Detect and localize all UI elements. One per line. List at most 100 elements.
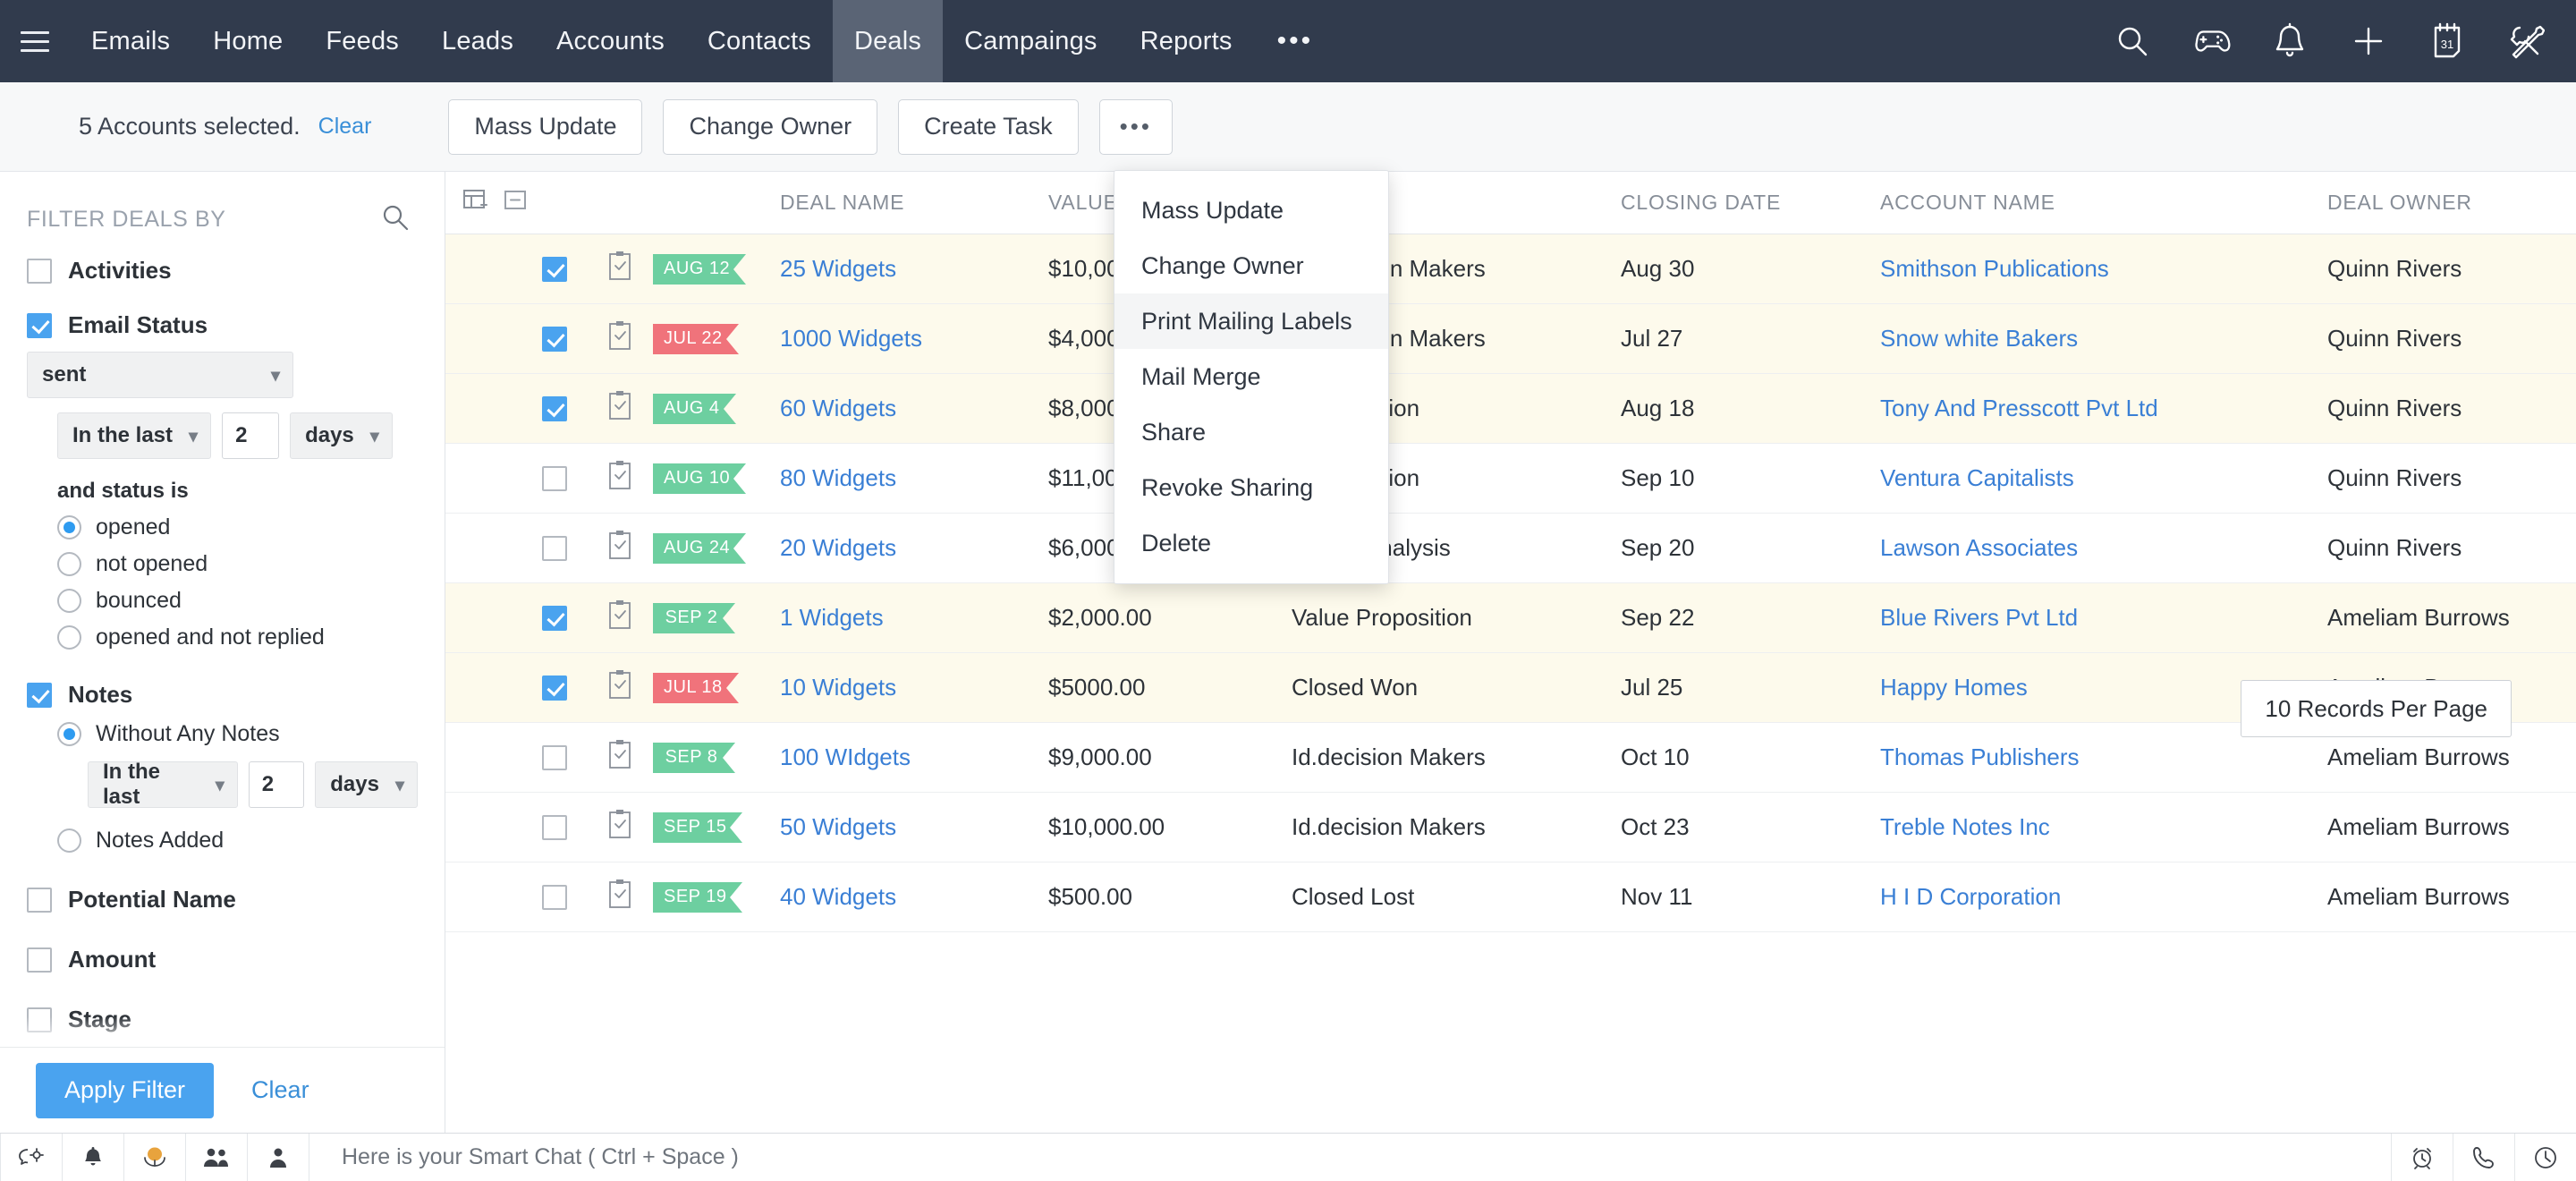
task-clipboard-icon[interactable] [606, 529, 633, 567]
filter-stage[interactable]: Stage [27, 1006, 418, 1033]
account-name-link[interactable]: H I D Corporation [1880, 883, 2061, 911]
account-name-link[interactable]: Snow white Bakers [1880, 325, 2078, 353]
deal-name-link[interactable]: 60 Widgets [780, 395, 896, 422]
bounced-radio[interactable] [57, 589, 81, 613]
stage-checkbox[interactable] [27, 1007, 52, 1032]
row-checkbox[interactable] [542, 814, 567, 840]
email-status-period-select[interactable]: In the last ▾ [57, 412, 212, 459]
radio-bounced[interactable]: bounced [57, 588, 418, 614]
tools-icon[interactable] [2506, 21, 2546, 61]
filter-search-icon[interactable] [380, 202, 411, 237]
nav-item-feeds[interactable]: Feeds [304, 0, 420, 82]
task-clipboard-icon[interactable] [606, 668, 633, 707]
chat-settings-icon[interactable] [1, 1134, 62, 1181]
filter-activities[interactable]: Activities [27, 257, 418, 285]
plus-icon[interactable] [2349, 21, 2388, 61]
menu-item-mail-merge[interactable]: Mail Merge [1114, 349, 1388, 404]
apply-filter-button[interactable]: Apply Filter [36, 1062, 215, 1118]
opened-and-not-replied-radio[interactable] [57, 625, 81, 650]
deal-name-link[interactable]: 10 Widgets [780, 674, 896, 701]
without-any-notes-radio[interactable] [57, 722, 81, 746]
row-checkbox[interactable] [542, 326, 567, 352]
radio-notes-added[interactable]: Notes Added [57, 828, 418, 854]
nav-item-home[interactable]: Home [191, 0, 304, 82]
task-clipboard-icon[interactable] [606, 738, 633, 777]
amount-checkbox[interactable] [27, 947, 52, 973]
nav-item-contacts[interactable]: Contacts [686, 0, 833, 82]
account-name-link[interactable]: Thomas Publishers [1880, 743, 2080, 771]
menu-item-print-mailing-labels[interactable]: Print Mailing Labels [1114, 293, 1388, 349]
table-row[interactable]: AUG 1225 Widgets$10,000.00Id.decision Ma… [445, 234, 2576, 304]
row-checkbox[interactable] [542, 884, 567, 910]
hamburger-menu-icon[interactable] [0, 0, 70, 82]
nav-item-emails[interactable]: Emails [70, 0, 191, 82]
filter-email-status[interactable]: Email Status [27, 311, 418, 339]
group-icon[interactable] [186, 1134, 247, 1181]
account-name-link[interactable]: Treble Notes Inc [1880, 813, 2050, 841]
table-row[interactable]: AUG 460 Widgets$8,000.00QualificationAug… [445, 374, 2576, 444]
bell-icon[interactable] [2270, 21, 2309, 61]
table-row[interactable]: AUG 2420 Widgets$6,000.00Needs AnalysisS… [445, 514, 2576, 583]
clear-filter-link[interactable]: Clear [251, 1076, 309, 1104]
table-row[interactable]: AUG 1080 Widgets$11,000.00QualificationS… [445, 444, 2576, 514]
create-task-button[interactable]: Create Task [898, 98, 1079, 155]
nav-item-deals[interactable]: Deals [832, 0, 944, 82]
task-clipboard-icon[interactable] [606, 319, 633, 358]
table-row[interactable]: SEP 15 50 Widgets $10,000.00 Id.decision Ma… [445, 793, 2576, 862]
account-name-link[interactable]: Lawson Associates [1880, 534, 2078, 562]
column-header-account-name[interactable]: ACCOUNT NAME [1880, 191, 2327, 215]
records-per-page-selector[interactable]: 10 Records Per Page [2241, 680, 2512, 737]
nav-overflow-button[interactable]: ••• [1254, 0, 1337, 82]
table-row[interactable]: SEP 2 1 Widgets $2,000.00 Value Proposition… [445, 583, 2576, 653]
radio-not-opened[interactable]: not opened [57, 551, 418, 577]
row-checkbox[interactable] [542, 744, 567, 770]
deal-name-link[interactable]: 80 Widgets [780, 464, 896, 492]
column-header-deal-owner[interactable]: DEAL OWNER [2327, 191, 2576, 215]
deal-name-link[interactable]: 1 Widgets [780, 604, 884, 632]
phone-icon[interactable] [2453, 1134, 2514, 1181]
column-header-closing-date[interactable]: CLOSING DATE [1621, 191, 1880, 215]
nav-item-accounts[interactable]: Accounts [535, 0, 686, 82]
account-name-link[interactable]: Happy Homes [1880, 674, 2028, 701]
smart-chat-input[interactable]: Here is your Smart Chat ( Ctrl + Space ) [309, 1134, 2391, 1181]
notes-days-input[interactable]: 2 [248, 761, 305, 808]
clock-icon[interactable] [2515, 1134, 2576, 1181]
potential-name-checkbox[interactable] [27, 887, 52, 913]
radio-without-any-notes[interactable]: Without Any Notes [57, 721, 418, 747]
activities-checkbox[interactable] [27, 258, 52, 284]
column-header-deal-name[interactable]: DEAL NAME [780, 191, 1048, 215]
deal-name-link[interactable]: 20 Widgets [780, 534, 896, 562]
row-checkbox[interactable] [542, 395, 567, 421]
task-clipboard-icon[interactable] [606, 250, 633, 288]
notes-checkbox[interactable] [27, 682, 52, 708]
opened-radio[interactable] [57, 515, 81, 540]
email-status-unit-select[interactable]: days ▾ [290, 412, 393, 459]
search-icon[interactable] [2113, 21, 2152, 61]
deal-name-link[interactable]: 1000 Widgets [780, 325, 922, 353]
task-clipboard-icon[interactable] [606, 599, 633, 637]
nav-item-reports[interactable]: Reports [1119, 0, 1254, 82]
not-opened-radio[interactable] [57, 552, 81, 576]
deal-name-link[interactable]: 100 WIdgets [780, 743, 911, 771]
deal-name-link[interactable]: 25 Widgets [780, 255, 896, 283]
email-status-checkbox[interactable] [27, 312, 52, 338]
user-icon[interactable] [248, 1134, 309, 1181]
row-checkbox[interactable] [542, 535, 567, 561]
notes-period-select[interactable]: In the last ▾ [88, 760, 238, 809]
filter-potential-name[interactable]: Potential Name [27, 886, 418, 913]
account-name-link[interactable]: Smithson Publications [1880, 255, 2109, 283]
filter-amount[interactable]: Amount [27, 946, 418, 973]
calendar-31-icon[interactable]: 31 [2428, 21, 2467, 61]
notes-added-radio[interactable] [57, 828, 81, 853]
more-actions-button[interactable]: ••• [1098, 98, 1173, 155]
email-status-days-input[interactable]: 2 [222, 412, 280, 459]
menu-item-revoke-sharing[interactable]: Revoke Sharing [1114, 460, 1388, 515]
radio-opened-not-replied[interactable]: opened and not replied [57, 624, 418, 650]
menu-item-delete[interactable]: Delete [1114, 515, 1388, 571]
filter-notes[interactable]: Notes [27, 681, 418, 709]
gamepad-icon[interactable] [2191, 21, 2231, 61]
change-owner-button[interactable]: Change Owner [663, 98, 878, 155]
table-row[interactable]: JUL 221000 Widgets$4,000.00Id.decision M… [445, 304, 2576, 374]
deal-name-link[interactable]: 50 Widgets [780, 813, 896, 841]
task-clipboard-icon[interactable] [606, 389, 633, 428]
